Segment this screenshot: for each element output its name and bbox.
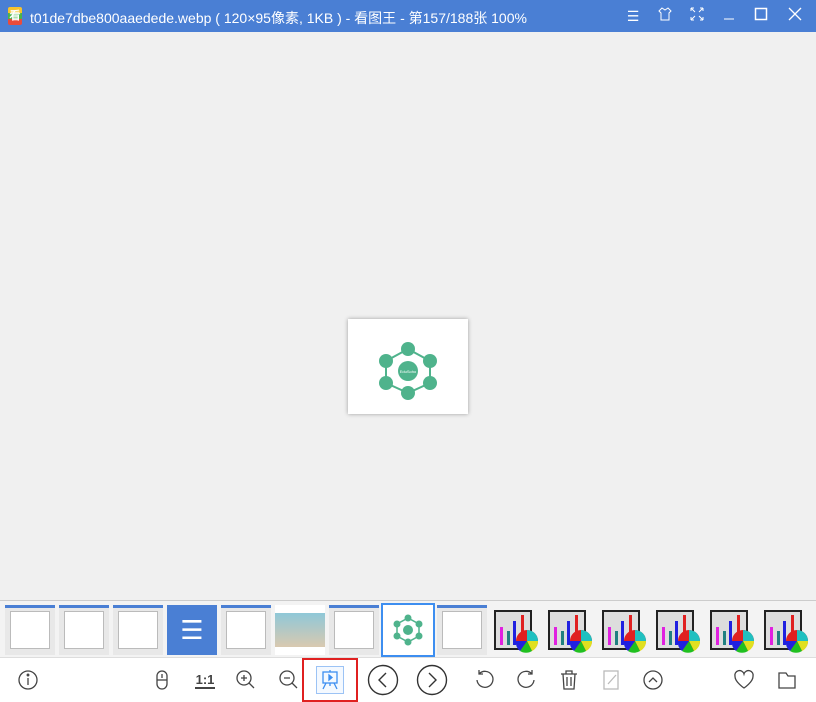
thumbnail[interactable] <box>5 605 55 655</box>
thumbnail-strip[interactable]: ☰ <box>0 600 816 658</box>
thumbnail[interactable] <box>329 605 379 655</box>
close-icon[interactable] <box>782 4 808 28</box>
thumbnail[interactable] <box>437 605 487 655</box>
edit-icon[interactable] <box>597 666 625 694</box>
maximize-icon[interactable] <box>748 4 774 28</box>
thumbnail[interactable] <box>545 605 595 655</box>
next-icon[interactable] <box>416 664 448 696</box>
thumbnail[interactable] <box>221 605 271 655</box>
slideshow-icon[interactable] <box>316 666 344 694</box>
thumbnail[interactable] <box>59 605 109 655</box>
thumbnail[interactable] <box>707 605 757 655</box>
info-icon[interactable] <box>14 666 42 694</box>
window-title: t01de7dbe800aaedede.webp ( 120×95像素, 1KB… <box>30 10 527 26</box>
skin-icon[interactable] <box>652 4 678 28</box>
thumbnail[interactable] <box>113 605 163 655</box>
previous-icon[interactable] <box>367 664 399 696</box>
thumbnail[interactable] <box>653 605 703 655</box>
center-node-label: EduSoho <box>400 369 417 374</box>
favorite-heart-icon[interactable] <box>730 666 758 694</box>
thumbnail[interactable] <box>491 605 541 655</box>
thumbnail[interactable] <box>381 603 435 657</box>
open-folder-icon[interactable] <box>773 666 801 694</box>
fullscreen-icon[interactable] <box>684 4 710 28</box>
minimize-icon[interactable] <box>716 4 742 28</box>
expand-up-icon[interactable] <box>639 666 667 694</box>
app-logo-icon: 看 <box>8 7 22 25</box>
rotate-left-icon[interactable] <box>470 666 498 694</box>
zoom-in-icon[interactable] <box>232 666 260 694</box>
rotate-right-icon[interactable] <box>513 666 541 694</box>
delete-icon[interactable] <box>555 666 583 694</box>
image-viewer[interactable]: EduSoho <box>0 32 816 600</box>
thumbnail[interactable] <box>599 605 649 655</box>
actual-size-button[interactable]: 1:1 <box>191 666 219 694</box>
displayed-image: EduSoho <box>348 319 468 414</box>
thumbnail[interactable]: ☰ <box>167 605 217 655</box>
title-bar: 看 t01de7dbe800aaedede.webp ( 120×95像素, 1… <box>0 0 816 32</box>
menu-icon[interactable]: ☰ <box>620 4 646 28</box>
actual-size-label: 1:1 <box>195 671 215 687</box>
bottom-toolbar: 1:1 <box>0 658 816 702</box>
thumbnail[interactable] <box>275 605 325 655</box>
thumbnail[interactable] <box>761 605 811 655</box>
mouse-mode-icon[interactable] <box>148 666 176 694</box>
zoom-out-icon[interactable] <box>275 666 303 694</box>
